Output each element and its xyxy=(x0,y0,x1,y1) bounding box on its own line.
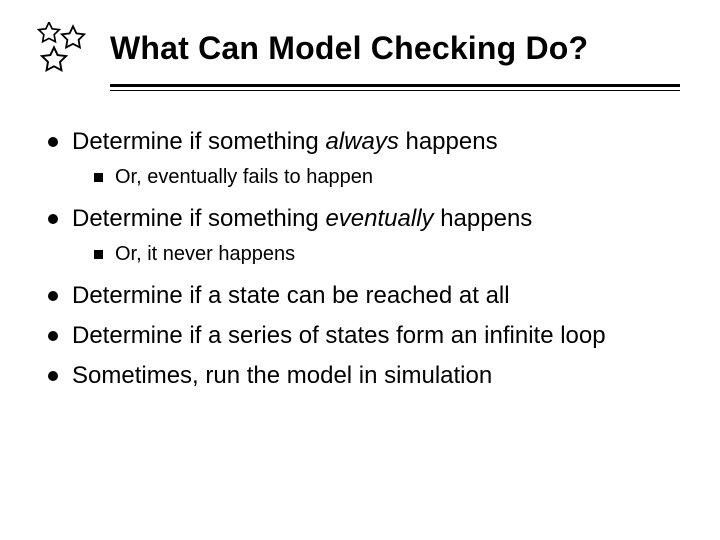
bullet-text: Sometimes, run the model in simulation xyxy=(72,361,492,391)
bullet-text: Or, eventually fails to happen xyxy=(115,165,373,190)
bullet-icon xyxy=(48,331,58,341)
square-bullet-icon xyxy=(94,250,103,259)
square-bullet-icon xyxy=(94,173,103,182)
bullet-level1: Determine if a state can be reached at a… xyxy=(48,281,680,311)
bullet-icon xyxy=(48,371,58,381)
bullet-text: Determine if a series of states form an … xyxy=(72,321,606,351)
bullet-text: Determine if something always happens xyxy=(72,127,498,157)
bullet-text: Determine if a state can be reached at a… xyxy=(72,281,510,311)
bullet-icon xyxy=(48,214,58,224)
bullet-icon xyxy=(48,137,58,147)
title-underline xyxy=(110,84,680,91)
slide-body: Determine if something always happens Or… xyxy=(30,127,690,391)
bullet-level1: Determine if something always happens xyxy=(48,127,680,157)
bullet-text: Or, it never happens xyxy=(115,242,295,267)
bullet-level1: Determine if a series of states form an … xyxy=(48,321,680,351)
bullet-level1: Determine if something eventually happen… xyxy=(48,204,680,234)
slide-title: What Can Model Checking Do? xyxy=(110,20,588,67)
bullet-level1: Sometimes, run the model in simulation xyxy=(48,361,680,391)
bullet-icon xyxy=(48,291,58,301)
bullet-level2: Or, it never happens xyxy=(94,242,680,267)
gears-logo-icon xyxy=(30,22,96,78)
bullet-level2: Or, eventually fails to happen xyxy=(94,165,680,190)
bullet-text: Determine if something eventually happen… xyxy=(72,204,532,234)
slide-header: What Can Model Checking Do? xyxy=(30,20,690,78)
